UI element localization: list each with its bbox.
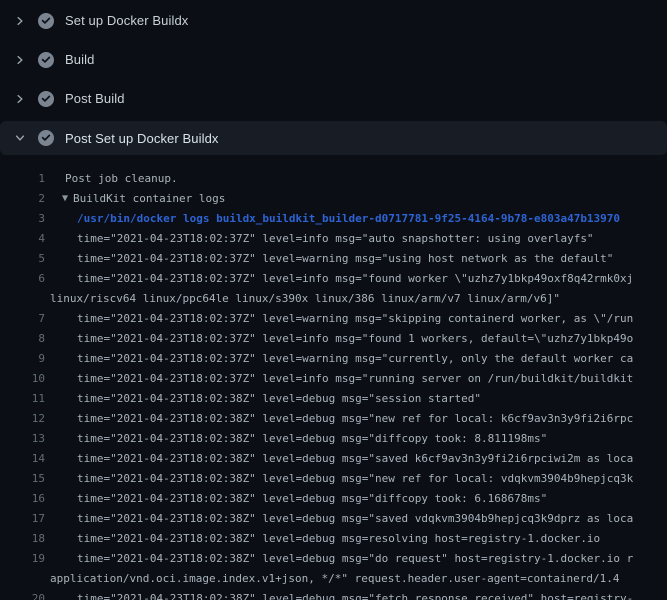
line-number[interactable]: 17 (0, 509, 45, 529)
log-line: 3/usr/bin/docker logs buildx_buildkit_bu… (0, 209, 667, 229)
log-text: time="2021-04-23T18:02:38Z" level=debug … (77, 589, 633, 600)
log-line: 20 time="2021-04-23T18:02:38Z" level=debu… (0, 589, 667, 600)
log-text: time="2021-04-23T18:02:37Z" level=info m… (77, 369, 633, 389)
step-row-set-up-docker-buildx[interactable]: Set up Docker Buildx (0, 1, 667, 40)
step-header-post-set-up-docker-buildx[interactable]: Post Set up Docker Buildx (0, 121, 667, 155)
line-number[interactable]: 5 (0, 249, 45, 269)
log-line: 19 time="2021-04-23T18:02:38Z" level=debu… (0, 549, 667, 569)
log-line: 8 time="2021-04-23T18:02:37Z" level=info … (0, 329, 667, 349)
log-line: 4 time="2021-04-23T18:02:37Z" level=info … (0, 229, 667, 249)
log-text: time="2021-04-23T18:02:37Z" level=info m… (77, 269, 633, 289)
log-line: 16 time="2021-04-23T18:02:38Z" level=debu… (0, 489, 667, 509)
log-group-toggle-icon[interactable]: ▼ (62, 189, 68, 209)
check-circle-icon (38, 52, 54, 68)
log-line: 1 Post job cleanup. (0, 169, 667, 189)
log-text: linux/riscv64 linux/ppc64le linux/s390x … (50, 289, 560, 309)
log-text: time="2021-04-23T18:02:38Z" level=debug … (77, 429, 547, 449)
line-number[interactable]: 12 (0, 409, 45, 429)
log-command-text: /usr/bin/docker logs buildx_buildkit_bui… (77, 209, 620, 229)
log-line: 12 time="2021-04-23T18:02:38Z" level=debu… (0, 409, 667, 429)
log-text: time="2021-04-23T18:02:37Z" level=info m… (77, 229, 594, 249)
line-number[interactable]: 16 (0, 489, 45, 509)
log-text: time="2021-04-23T18:02:37Z" level=warnin… (77, 249, 613, 269)
log-line: 2 ▼BuildKit container logs (0, 189, 667, 209)
log-text: time="2021-04-23T18:02:38Z" level=debug … (77, 509, 633, 529)
step-row-build[interactable]: Build (0, 40, 667, 79)
check-circle-icon (38, 130, 54, 146)
line-number[interactable]: 1 (0, 169, 45, 189)
chevron-down-icon (14, 132, 26, 144)
step-row-post-build[interactable]: Post Build (0, 79, 667, 118)
actions-log-viewer: Set up Docker Buildx Build Post Build (0, 0, 667, 600)
line-number[interactable]: 6 (0, 269, 45, 289)
chevron-right-icon (14, 15, 26, 27)
log-line: 11 time="2021-04-23T18:02:38Z" level=debu… (0, 389, 667, 409)
line-number[interactable]: 2 (0, 189, 45, 209)
log-text: time="2021-04-23T18:02:37Z" level=warnin… (77, 309, 633, 329)
log-line: 18 time="2021-04-23T18:02:38Z" level=debu… (0, 529, 667, 549)
log-text: time="2021-04-23T18:02:38Z" level=debug … (77, 469, 633, 489)
log-text: time="2021-04-23T18:02:37Z" level=warnin… (77, 349, 633, 369)
log-area: 1 Post job cleanup. 2 ▼BuildKit container l… (0, 169, 667, 600)
line-number[interactable]: 20 (0, 589, 45, 600)
line-number[interactable]: 11 (0, 389, 45, 409)
line-number[interactable]: 15 (0, 469, 45, 489)
log-line: 5 time="2021-04-23T18:02:37Z" level=warni… (0, 249, 667, 269)
line-number[interactable]: 13 (0, 429, 45, 449)
step-label: Build (65, 52, 94, 67)
log-line: linux/riscv64 linux/ppc64le linux/s390x … (0, 289, 667, 309)
line-number[interactable]: 9 (0, 349, 45, 369)
log-text: time="2021-04-23T18:02:38Z" level=debug … (77, 529, 600, 549)
step-label: Set up Docker Buildx (65, 13, 188, 28)
line-number[interactable]: 8 (0, 329, 45, 349)
line-number[interactable]: 19 (0, 549, 45, 569)
log-text: time="2021-04-23T18:02:38Z" level=debug … (77, 449, 633, 469)
log-text: time="2021-04-23T18:02:38Z" level=debug … (77, 389, 481, 409)
chevron-right-icon (14, 93, 26, 105)
line-number[interactable]: 3 (0, 209, 45, 229)
line-number[interactable]: 4 (0, 229, 45, 249)
step-label: Post Build (65, 91, 125, 106)
log-line: 13 time="2021-04-23T18:02:38Z" level=debu… (0, 429, 667, 449)
log-text: application/vnd.oci.image.index.v1+json,… (50, 569, 620, 589)
line-number[interactable]: 10 (0, 369, 45, 389)
log-text: time="2021-04-23T18:02:37Z" level=info m… (77, 329, 633, 349)
log-text: Post job cleanup. (65, 169, 178, 189)
line-number[interactable]: 7 (0, 309, 45, 329)
log-line: application/vnd.oci.image.index.v1+json,… (0, 569, 667, 589)
log-line: 6 time="2021-04-23T18:02:37Z" level=info … (0, 269, 667, 289)
log-line: 14 time="2021-04-23T18:02:38Z" level=debu… (0, 449, 667, 469)
log-line: 10 time="2021-04-23T18:02:37Z" level=info… (0, 369, 667, 389)
step-label: Post Set up Docker Buildx (65, 131, 219, 146)
log-text: time="2021-04-23T18:02:38Z" level=debug … (77, 549, 633, 569)
log-text: BuildKit container logs (73, 189, 225, 209)
log-line: 7 time="2021-04-23T18:02:37Z" level=warni… (0, 309, 667, 329)
check-circle-icon (38, 13, 54, 29)
chevron-right-icon (14, 54, 26, 66)
line-number[interactable]: 14 (0, 449, 45, 469)
steps-list: Set up Docker Buildx Build Post Build (0, 1, 667, 155)
log-line: 17 time="2021-04-23T18:02:38Z" level=debu… (0, 509, 667, 529)
check-circle-icon (38, 91, 54, 107)
log-line: 9 time="2021-04-23T18:02:37Z" level=warni… (0, 349, 667, 369)
log-line: 15 time="2021-04-23T18:02:38Z" level=debu… (0, 469, 667, 489)
log-text: time="2021-04-23T18:02:38Z" level=debug … (77, 489, 547, 509)
log-text: time="2021-04-23T18:02:38Z" level=debug … (77, 409, 633, 429)
line-number[interactable]: 18 (0, 529, 45, 549)
